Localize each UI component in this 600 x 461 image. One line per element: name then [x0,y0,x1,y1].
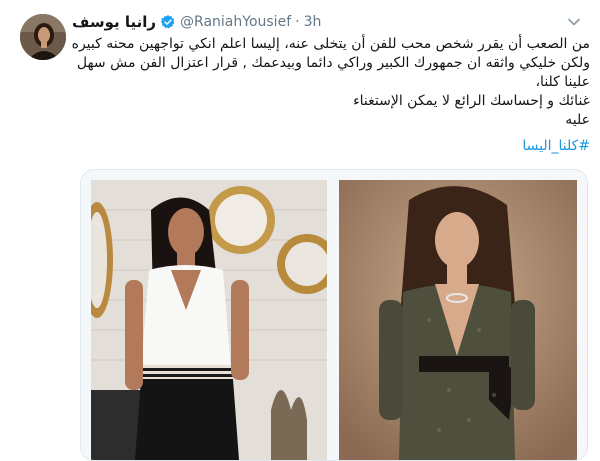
photo-left[interactable] [91,180,327,460]
tweet-line: غنائك و إحساسك الرائع لا يمكن الإستغناء [353,93,590,109]
avatar[interactable] [20,14,66,60]
tweet-timestamp[interactable]: 3h [304,14,322,30]
chevron-down-icon[interactable] [566,14,582,30]
tweet-line: ولكن خليكي واثقه ان جمهورك الكبير وراكي … [76,55,590,71]
user-handle[interactable]: @RaniahYousief [180,14,291,30]
display-name[interactable]: رانيا يوسف [72,13,156,31]
tweet-line: علينا كلنا، [535,74,590,90]
tweet-text: من الصعب أن يقرر شخص محب للفن أن يتخلى ع… [72,35,590,156]
hashtag-link[interactable]: #كلنا_اليسا [72,137,590,156]
tweet-header: رانيا يوسف @RaniahYousief · 3h [72,12,321,32]
tweet-line: عليه [565,112,590,128]
media-grid[interactable] [80,169,588,461]
tweet-line: من الصعب أن يقرر شخص محب للفن أن يتخلى ع… [71,36,590,52]
photo-right[interactable] [339,180,577,460]
separator-dot: · [295,14,300,30]
verified-badge-icon [160,14,176,30]
